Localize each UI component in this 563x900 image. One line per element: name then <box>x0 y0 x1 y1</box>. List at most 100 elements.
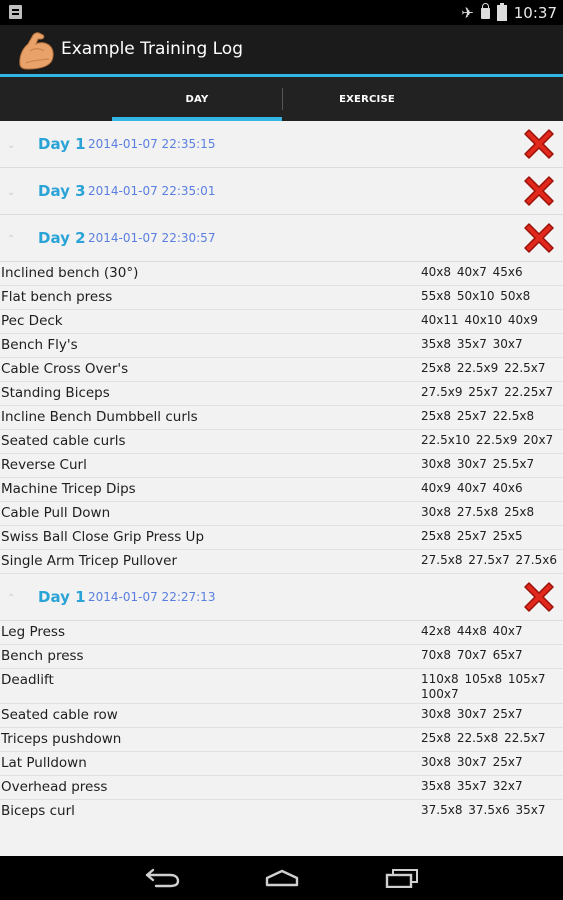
exercise-name: Biceps curl <box>1 803 75 819</box>
exercise-row[interactable]: Triceps pushdown 25x8 22.5x8 22.5x7 <box>0 728 563 752</box>
exercise-row[interactable]: Incline Bench Dumbbell curls 25x8 25x7 22… <box>0 406 563 430</box>
exercise-row[interactable]: Reverse Curl 30x8 30x7 25.5x7 <box>0 454 563 478</box>
exercise-sets: 55x8 50x10 50x8 <box>421 289 531 303</box>
chevron-down-icon: ⌄ <box>7 140 16 151</box>
delete-x-icon[interactable] <box>521 173 557 209</box>
exercise-row[interactable]: Machine Tricep Dips 40x9 40x7 40x6 <box>0 478 563 502</box>
exercise-row[interactable]: Deadlift 110x8 105x8 105x7 100x7 <box>0 669 563 704</box>
exercise-sets: 27.5x9 25x7 22.25x7 <box>421 385 554 399</box>
tab-exercise-label: EXERCISE <box>339 93 395 105</box>
exercise-name: Bench Fly's <box>1 337 78 353</box>
exercise-row[interactable]: Cable Pull Down 30x8 27.5x8 25x8 <box>0 502 563 526</box>
exercise-sets: 27.5x8 27.5x7 27.5x6 <box>421 553 557 567</box>
exercise-row[interactable]: Cable Cross Over's 25x8 22.5x9 22.5x7 <box>0 358 563 382</box>
chevron-up-icon: ⌃ <box>7 234 16 245</box>
exercise-sets: 70x8 70x7 65x7 <box>421 648 523 662</box>
exercise-row[interactable]: Bench press 70x8 70x7 65x7 <box>0 645 563 669</box>
tab-exercise[interactable]: EXERCISE <box>282 77 452 121</box>
exercise-name: Cable Cross Over's <box>1 361 129 377</box>
day-name: Day 1 <box>38 135 86 153</box>
exercise-sets: 40x11 40x10 40x9 <box>421 313 538 327</box>
exercise-sets: 30x8 30x7 25x7 <box>421 707 523 721</box>
exercise-row[interactable]: Seated cable row 30x8 30x7 25x7 <box>0 704 563 728</box>
exercise-row[interactable]: Seated cable curls 22.5x10 22.5x9 20x7 <box>0 430 563 454</box>
exercise-row[interactable]: Bench Fly's 35x8 35x7 30x7 <box>0 334 563 358</box>
exercise-name: Flat bench press <box>1 289 113 305</box>
exercise-row[interactable]: Single Arm Tricep Pullover 27.5x8 27.5x7 … <box>0 550 563 574</box>
chevron-down-icon: ⌄ <box>7 187 16 198</box>
exercise-row[interactable]: Biceps curl 37.5x8 37.5x6 35x7 <box>0 800 563 823</box>
exercise-row[interactable]: Leg Press 42x8 44x8 40x7 <box>0 621 563 645</box>
exercise-row[interactable]: Inclined bench (30°) 40x8 40x7 45x6 <box>0 262 563 286</box>
exercise-row[interactable]: Pec Deck 40x11 40x10 40x9 <box>0 310 563 334</box>
exercise-row[interactable]: Flat bench press 55x8 50x10 50x8 <box>0 286 563 310</box>
exercise-name: Seated cable curls <box>1 433 126 449</box>
exercise-row[interactable]: Overhead press 35x8 35x7 32x7 <box>0 776 563 800</box>
bicep-icon[interactable] <box>16 29 56 71</box>
action-bar: Example Training Log <box>0 25 563 75</box>
exercise-sets: 35x8 35x7 30x7 <box>421 337 523 351</box>
exercise-sets: 40x9 40x7 40x6 <box>421 481 523 495</box>
exercise-name: Machine Tricep Dips <box>1 481 136 497</box>
delete-x-icon[interactable] <box>521 126 557 162</box>
back-icon[interactable] <box>144 868 180 888</box>
exercise-sets: 30x8 27.5x8 25x8 <box>421 505 535 519</box>
exercise-sets: 42x8 44x8 40x7 <box>421 624 523 638</box>
day-name: Day 3 <box>38 182 86 200</box>
day-timestamp: 2014-01-07 22:35:15 <box>88 137 216 151</box>
exercise-name: Cable Pull Down <box>1 505 111 521</box>
exercise-sets: 110x8 105x8 105x7 100x7 <box>421 672 546 701</box>
app-title: Example Training Log <box>61 39 244 59</box>
lock-icon <box>480 2 490 19</box>
exercise-row[interactable]: Standing Biceps 27.5x9 25x7 22.25x7 <box>0 382 563 406</box>
training-log-list: ⌄ Day 1 2014-01-07 22:35:15 ⌄ Day 3 2014… <box>0 121 563 823</box>
exercise-name: Swiss Ball Close Grip Press Up <box>1 529 205 545</box>
exercise-name: Leg Press <box>1 624 65 640</box>
day-timestamp: 2014-01-07 22:35:01 <box>88 184 216 198</box>
day-name: Day 1 <box>38 588 86 606</box>
home-icon[interactable] <box>264 868 300 888</box>
delete-x-icon[interactable] <box>521 579 557 615</box>
exercise-name: Single Arm Tricep Pullover <box>1 553 178 569</box>
exercise-row[interactable]: Lat Pulldown 30x8 30x7 25x7 <box>0 752 563 776</box>
exercise-sets: 30x8 30x7 25.5x7 <box>421 457 535 471</box>
exercise-sets: 30x8 30x7 25x7 <box>421 755 523 769</box>
delete-x-icon[interactable] <box>521 220 557 256</box>
tab-bar: DAY EXERCISE <box>0 77 563 121</box>
exercise-name: Incline Bench Dumbbell curls <box>1 409 198 425</box>
day-group-header[interactable]: ⌄ Day 1 2014-01-07 22:35:15 <box>0 121 563 168</box>
day-name: Day 2 <box>38 229 86 247</box>
battery-icon <box>496 3 507 21</box>
exercise-name: Deadlift <box>1 672 54 688</box>
notification-icon <box>9 5 22 19</box>
exercise-name: Pec Deck <box>1 313 63 329</box>
exercise-name: Seated cable row <box>1 707 118 723</box>
day-timestamp: 2014-01-07 22:30:57 <box>88 231 216 245</box>
exercise-sets: 25x8 22.5x8 22.5x7 <box>421 731 546 745</box>
day-group-header[interactable]: ⌄ Day 3 2014-01-07 22:35:01 <box>0 168 563 215</box>
exercise-sets: 25x8 22.5x9 22.5x7 <box>421 361 546 375</box>
exercise-row[interactable]: Swiss Ball Close Grip Press Up 25x8 25x7 … <box>0 526 563 550</box>
exercise-sets: 40x8 40x7 45x6 <box>421 265 523 279</box>
exercise-sets: 22.5x10 22.5x9 20x7 <box>421 433 554 447</box>
tab-day[interactable]: DAY <box>112 77 282 121</box>
chevron-up-icon: ⌃ <box>7 593 16 604</box>
status-bar: ✈ 10:37 <box>0 0 563 25</box>
exercise-sets: 37.5x8 37.5x6 35x7 <box>421 803 546 817</box>
navigation-bar <box>0 856 563 900</box>
day-timestamp: 2014-01-07 22:27:13 <box>88 590 216 604</box>
exercise-sets: 25x8 25x7 22.5x8 <box>421 409 535 423</box>
exercise-name: Standing Biceps <box>1 385 110 401</box>
day-group-header[interactable]: ⌃ Day 1 2014-01-07 22:27:13 <box>0 574 563 621</box>
exercise-sets: 35x8 35x7 32x7 <box>421 779 523 793</box>
tab-day-label: DAY <box>185 93 209 105</box>
exercise-name: Reverse Curl <box>1 457 87 473</box>
recents-icon[interactable] <box>384 868 420 888</box>
exercise-name: Lat Pulldown <box>1 755 87 771</box>
exercise-name: Bench press <box>1 648 84 664</box>
exercise-sets: 25x8 25x7 25x5 <box>421 529 523 543</box>
day-group-header[interactable]: ⌃ Day 2 2014-01-07 22:30:57 <box>0 215 563 262</box>
exercise-name: Triceps pushdown <box>1 731 122 747</box>
status-time: 10:37 <box>513 4 557 22</box>
airplane-icon: ✈ <box>461 4 474 22</box>
